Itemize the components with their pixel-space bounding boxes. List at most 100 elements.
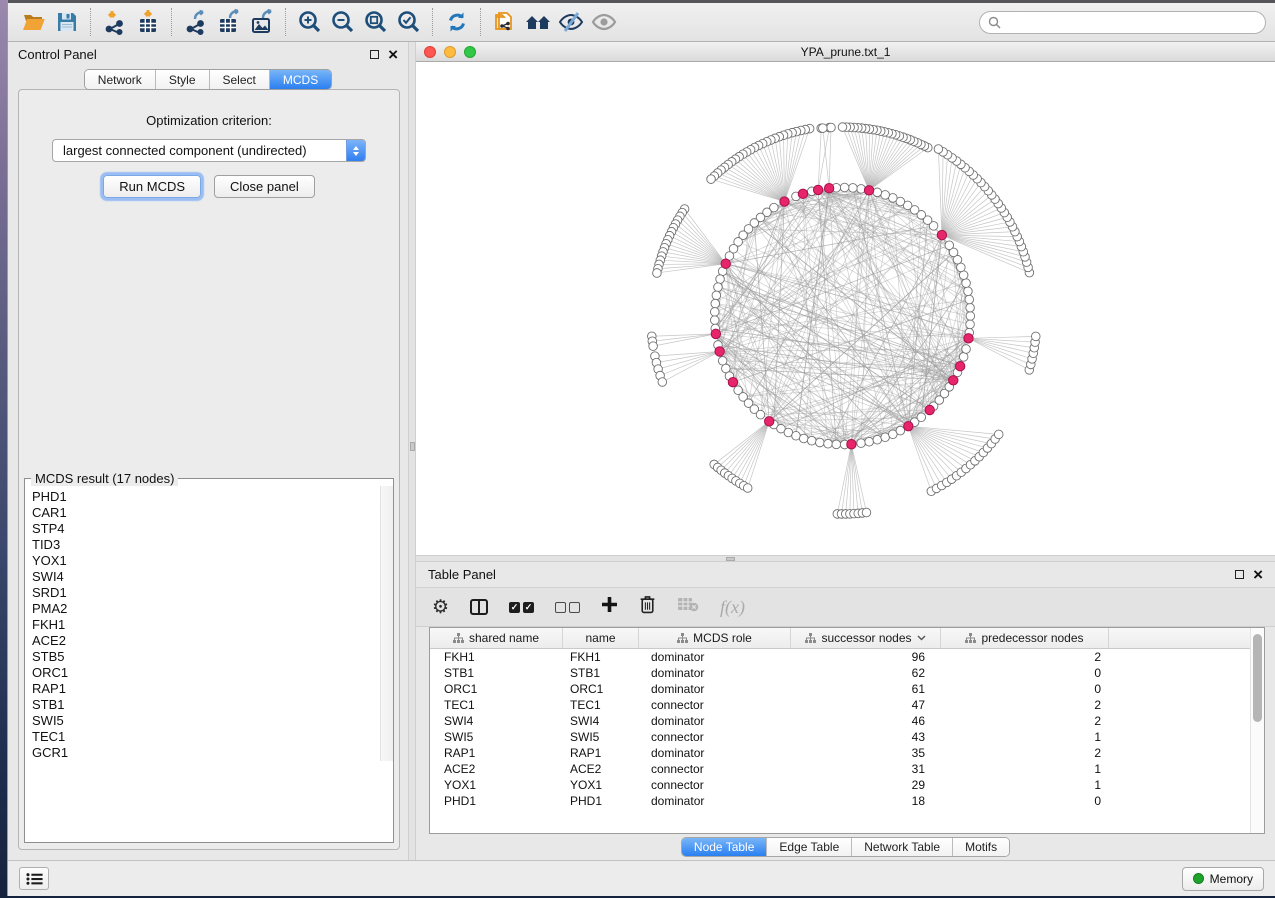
table-row[interactable]: ORC1ORC1dominator610 (430, 681, 1264, 697)
horizontal-splitter[interactable] (416, 555, 1275, 562)
node-table: shared namenameMCDS rolesuccessor nodesp… (429, 627, 1265, 834)
mcds-result-item[interactable]: CAR1 (32, 505, 380, 521)
column-header-MCDS-role[interactable]: MCDS role (639, 628, 791, 648)
list-icon (26, 872, 43, 886)
mcds-result-item[interactable]: PHD1 (32, 489, 380, 505)
float-panel-icon[interactable] (370, 50, 379, 59)
unselect-all-columns-button[interactable] (555, 602, 580, 613)
tab-network[interactable]: Network (85, 70, 156, 89)
column-header-shared-name[interactable]: shared name (430, 628, 563, 648)
hide-selected-button[interactable] (554, 7, 587, 38)
delete-table-icon (677, 597, 699, 612)
table-row[interactable]: RAP1RAP1dominator352 (430, 745, 1264, 761)
new-network-from-selection-button[interactable] (488, 7, 521, 38)
tab-edge-table[interactable]: Edge Table (767, 838, 852, 856)
export-network-button[interactable] (179, 7, 212, 38)
tab-network-table[interactable]: Network Table (852, 838, 953, 856)
table-scrollbar-thumb[interactable] (1253, 634, 1262, 722)
column-header-predecessor-nodes[interactable]: predecessor nodes (941, 628, 1109, 648)
delete-column-button[interactable] (639, 595, 656, 619)
optimization-criterion-dropdown[interactable]: largest connected component (undirected) (52, 139, 366, 162)
vertical-splitter-handle[interactable] (410, 442, 415, 451)
checked-box-icon: ✓ (509, 602, 520, 613)
plus-icon (601, 596, 618, 613)
first-neighbors-button[interactable] (521, 7, 554, 38)
table-row[interactable]: SWI5SWI5connector431 (430, 729, 1264, 745)
cell-shared_name: FKH1 (430, 650, 563, 664)
mcds-result-item[interactable]: SWI4 (32, 569, 380, 585)
mcds-result-item[interactable]: TID3 (32, 537, 380, 553)
zoom-selected-button[interactable] (392, 7, 425, 38)
table-row[interactable]: YOX1YOX1connector291 (430, 777, 1264, 793)
tab-select[interactable]: Select (210, 70, 270, 89)
checked-box-icon: ✓ (523, 602, 534, 613)
mcds-result-item[interactable]: ACE2 (32, 633, 380, 649)
close-panel-button[interactable]: Close panel (214, 175, 315, 198)
table-row[interactable]: STB1STB1dominator620 (430, 665, 1264, 681)
mcds-result-item[interactable]: GCR1 (32, 745, 380, 761)
mcds-result-list[interactable]: PHD1CAR1STP4TID3YOX1SWI4SRD1PMA2FKH1ACE2… (25, 486, 380, 761)
export-table-button[interactable] (212, 7, 245, 38)
column-header-name[interactable]: name (563, 628, 639, 648)
import-table-button[interactable] (131, 7, 164, 38)
open-file-icon (21, 10, 47, 34)
mcds-result-item[interactable]: SRD1 (32, 585, 380, 601)
zoom-selected-icon (396, 9, 422, 35)
table-settings-button[interactable]: ⚙ (432, 598, 449, 617)
run-mcds-button[interactable]: Run MCDS (103, 175, 201, 198)
function-builder-button[interactable]: f(x) (720, 597, 745, 618)
cell-shared_name: STB1 (430, 666, 563, 680)
tab-mcds[interactable]: MCDS (270, 70, 331, 89)
zoom-fit-button[interactable] (359, 7, 392, 38)
table-row[interactable]: SWI4SWI4dominator462 (430, 713, 1264, 729)
zoom-fit-icon (363, 9, 389, 35)
mcds-result-item[interactable]: FKH1 (32, 617, 380, 633)
horizontal-splitter-handle[interactable] (726, 557, 735, 561)
zoom-in-button[interactable] (293, 7, 326, 38)
show-all-button[interactable] (587, 7, 620, 38)
table-row[interactable]: PHD1PHD1dominator180 (430, 793, 1264, 809)
delete-table-button[interactable] (677, 597, 699, 617)
cell-predecessor_nodes: 2 (941, 746, 1109, 760)
show-panels-button[interactable] (19, 867, 49, 890)
tab-motifs[interactable]: Motifs (953, 838, 1009, 856)
table-row[interactable]: TEC1TEC1connector472 (430, 697, 1264, 713)
float-table-panel-icon[interactable] (1235, 570, 1244, 579)
vertical-splitter[interactable] (408, 42, 416, 860)
mcds-result-item[interactable]: PMA2 (32, 601, 380, 617)
mcds-result-item[interactable]: STB1 (32, 697, 380, 713)
select-all-columns-button[interactable]: ✓✓ (509, 602, 534, 613)
mcds-result-group: MCDS result (17 nodes) PHD1CAR1STP4TID3Y… (24, 471, 394, 843)
control-panel-title: Control Panel (18, 47, 97, 62)
network-titlebar: YPA_prune.txt_1 (416, 42, 1275, 62)
tab-node-table[interactable]: Node Table (682, 838, 768, 856)
tab-style[interactable]: Style (156, 70, 210, 89)
memory-button[interactable]: Memory (1182, 867, 1264, 891)
mcds-result-item[interactable]: ORC1 (32, 665, 380, 681)
close-table-panel-icon[interactable]: × (1253, 570, 1263, 580)
save-session-button[interactable] (50, 7, 83, 38)
network-canvas[interactable] (416, 62, 1275, 555)
table-scrollbar[interactable] (1250, 628, 1264, 833)
mcds-result-item[interactable]: STB5 (32, 649, 380, 665)
mcds-result-item[interactable]: TEC1 (32, 729, 380, 745)
show-columns-button[interactable] (470, 599, 488, 615)
mcds-result-item[interactable]: RAP1 (32, 681, 380, 697)
search-input[interactable] (1006, 15, 1257, 29)
close-panel-icon[interactable]: × (388, 50, 398, 60)
open-file-button[interactable] (17, 7, 50, 38)
refresh-layout-button[interactable] (440, 7, 473, 38)
mcds-result-item[interactable]: SWI5 (32, 713, 380, 729)
table-row[interactable]: FKH1FKH1dominator962 (430, 649, 1264, 665)
import-network-button[interactable] (98, 7, 131, 38)
mcds-result-scrollbar[interactable] (380, 486, 393, 761)
add-column-button[interactable] (601, 596, 618, 618)
mcds-result-item[interactable]: STP4 (32, 521, 380, 537)
table-body: FKH1FKH1dominator962STB1STB1dominator620… (430, 649, 1264, 833)
export-image-button[interactable] (245, 7, 278, 38)
column-header-successor-nodes[interactable]: successor nodes (791, 628, 941, 648)
mcds-result-item[interactable]: YOX1 (32, 553, 380, 569)
table-tabs: Node TableEdge TableNetwork TableMotifs (681, 837, 1010, 857)
zoom-out-button[interactable] (326, 7, 359, 38)
table-row[interactable]: ACE2ACE2connector311 (430, 761, 1264, 777)
